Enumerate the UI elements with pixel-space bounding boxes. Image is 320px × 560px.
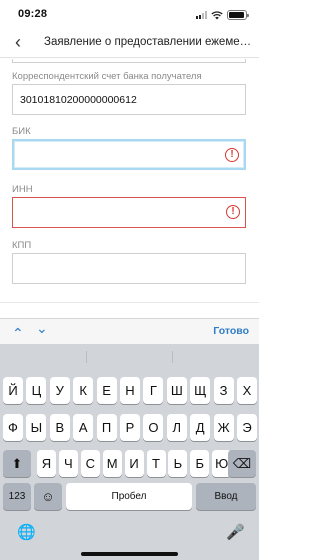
key-row1-2[interactable]: У <box>49 377 70 404</box>
space-key-label: Пробел <box>111 491 147 502</box>
next-field-down-icon[interactable]: ⌄ <box>36 319 48 337</box>
key-row1-6[interactable]: Г <box>143 377 164 404</box>
numbers-key[interactable]: 123 <box>3 483 31 510</box>
suggestion-divider <box>86 351 87 363</box>
key-row3-6[interactable]: Ь <box>168 450 188 477</box>
previous-field-partial <box>12 59 246 63</box>
key-row2-2[interactable]: В <box>49 414 70 441</box>
emoji-key[interactable]: ☺ <box>34 483 62 510</box>
key-row1-3[interactable]: К <box>73 377 94 404</box>
return-key-label: Ввод <box>214 491 238 502</box>
shift-icon: ⬆ <box>11 456 23 471</box>
key-row1-8[interactable]: Щ <box>190 377 211 404</box>
key-row1-4[interactable]: Е <box>96 377 117 404</box>
key-row2-8[interactable]: Д <box>190 414 211 441</box>
numbers-key-label: 123 <box>8 491 26 502</box>
corr-account-value: 30101810200000000612 <box>20 94 137 106</box>
kpp-label: КПП <box>12 240 32 251</box>
divider <box>0 302 259 303</box>
done-button[interactable]: Готово <box>213 325 249 337</box>
shift-key[interactable]: ⬆ <box>3 450 31 477</box>
key-row3-5[interactable]: Т <box>146 450 166 477</box>
key-row2-1[interactable]: Ы <box>26 414 47 441</box>
key-row2-7[interactable]: Л <box>166 414 187 441</box>
error-icon: ! <box>225 148 239 162</box>
key-row3-1[interactable]: Ч <box>58 450 78 477</box>
key-row1-10[interactable]: Х <box>237 377 257 404</box>
key-row3-3[interactable]: М <box>102 450 122 477</box>
key-row2-9[interactable]: Ж <box>213 414 234 441</box>
key-row2-3[interactable]: А <box>73 414 94 441</box>
key-row2-6[interactable]: О <box>143 414 164 441</box>
error-icon: ! <box>226 205 240 219</box>
corr-account-label: Корреспондентский счет банка получателя <box>12 71 202 82</box>
key-row1-1[interactable]: Ц <box>26 377 47 404</box>
microphone-icon[interactable]: 🎤 <box>226 524 245 542</box>
cellular-signal-icon <box>196 11 207 19</box>
key-row1-7[interactable]: Ш <box>166 377 187 404</box>
key-row2-10[interactable]: Э <box>237 414 257 441</box>
globe-icon[interactable]: 🌐 <box>17 524 36 542</box>
suggestion-bar <box>0 344 259 370</box>
bik-field[interactable]: ! <box>12 139 246 170</box>
bik-label: БИК <box>12 126 31 137</box>
key-row3-2[interactable]: С <box>80 450 100 477</box>
status-time: 09:28 <box>18 8 48 20</box>
status-bar: 09:28 <box>0 0 259 28</box>
inn-field[interactable]: ! <box>12 197 246 228</box>
backspace-icon: ⌫ <box>232 456 252 471</box>
suggestion-divider <box>172 351 173 363</box>
space-key[interactable]: Пробел <box>66 483 192 510</box>
kpp-field[interactable] <box>12 253 246 284</box>
key-row1-9[interactable]: З <box>213 377 234 404</box>
key-row1-0[interactable]: Й <box>3 377 23 404</box>
key-row3-7[interactable]: Б <box>190 450 210 477</box>
page-title: Заявление о предоставлении ежеме… <box>44 36 252 48</box>
previous-field-up-icon[interactable]: ⌃ <box>12 324 24 342</box>
back-button[interactable]: ‹ <box>8 32 28 54</box>
emoji-icon: ☺ <box>41 489 55 504</box>
key-row3-4[interactable]: И <box>124 450 144 477</box>
navigation-bar: ‹ Заявление о предоставлении ежеме… <box>0 28 259 58</box>
corr-account-field[interactable]: 30101810200000000612 <box>12 84 246 115</box>
key-row3-0[interactable]: Я <box>37 450 56 477</box>
key-row2-0[interactable]: Ф <box>3 414 23 441</box>
backspace-key[interactable]: ⌫ <box>228 450 256 477</box>
key-row2-5[interactable]: Р <box>120 414 140 441</box>
key-row1-5[interactable]: Н <box>120 377 140 404</box>
wifi-icon <box>211 10 223 19</box>
battery-icon <box>227 10 249 20</box>
keyboard: ЙЦУКЕНГШЩЗХ ФЫВАПРОЛДЖЭ ЯЧСМИТЬБЮ ⬆ ⌫ 12… <box>0 344 259 560</box>
home-indicator <box>81 552 178 556</box>
chevron-left-icon: ‹ <box>15 32 21 52</box>
key-row2-4[interactable]: П <box>96 414 117 441</box>
return-key[interactable]: Ввод <box>196 483 256 510</box>
keyboard-toolbar: ⌃ ⌄ Готово <box>0 318 259 344</box>
battery-level <box>229 12 245 18</box>
inn-label: ИНН <box>12 184 33 195</box>
status-icons <box>196 10 249 20</box>
